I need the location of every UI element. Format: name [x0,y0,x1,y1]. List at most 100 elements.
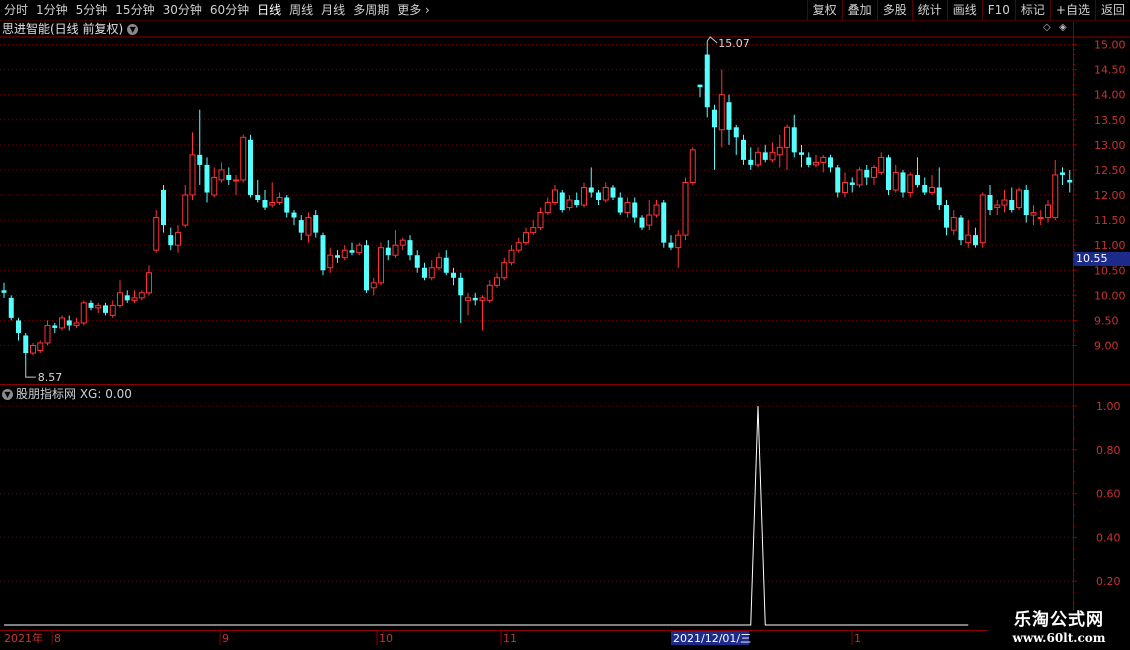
candle-body-down [226,174,232,180]
chevron-down-icon[interactable]: ▼ [2,389,13,400]
candle-body-down [733,127,739,138]
candle-body-down [298,220,304,233]
candle-body-down [900,172,906,193]
candle-body-down [944,205,949,228]
candle-body-up [465,297,471,301]
candle-body-down [364,245,369,291]
candle-body-down [313,215,319,233]
candle-body-up [994,204,1001,209]
candle-body-down [799,152,804,155]
candle-body-down [52,325,58,328]
time-axis-label: 2021年 [4,631,43,645]
candle-body-up [486,284,493,301]
candle-body-down [639,217,645,228]
kline-chart[interactable]: 15.00 14.50 14.00 13.50 13.00 12.50 12.00 11.50… [0,0,1130,650]
candle-body-down [1,290,7,293]
time-axis-label: 10 [379,632,393,645]
candle-body-up [602,186,609,201]
time-axis-label: 11 [503,632,517,645]
candle-body-down [973,235,978,246]
candle-body-down [16,320,21,333]
candle-body-up [856,169,863,186]
candle-body-up [146,272,152,294]
candle-body-up [378,247,384,284]
candle-body-up [965,234,972,244]
candle-body-down [741,139,746,160]
candle-body-up [530,227,537,234]
high-label: 15.07 [718,37,750,50]
price-axis-label: 9.50 [1094,314,1119,327]
candle-body-down [255,195,261,201]
price-axis-label: 15.00 [1094,39,1126,52]
candle-body-up [240,136,247,181]
time-axis-label: 2021/12/01/三 [673,632,751,645]
candle-body-up [233,179,239,182]
candle-body-up [776,146,783,156]
candle-body-up [624,202,631,214]
watermark-line2: www.60lt.com [1012,631,1106,645]
candle-body-down [291,212,297,218]
chevron-down-icon[interactable]: ▼ [127,24,139,35]
candle-body-up [871,166,877,178]
candle-body-up [370,282,377,289]
price-axis-label: 11.50 [1094,214,1126,227]
candle-body-up [95,304,102,309]
settings-diamond-icon[interactable]: ◈ [1059,22,1067,33]
indicator-title[interactable]: ▼ 股朋指标网 XG: 0.00 [2,387,132,401]
candle-body-down [574,200,580,206]
candle-body-down [284,197,290,213]
candle-body-up [436,257,442,269]
candle-body-up [581,186,587,206]
candle-body-down [197,154,203,165]
indicator-axis-label: 0.60 [1096,488,1121,501]
candle-body-down [103,305,108,313]
candle-body-up [842,181,848,193]
candle-body-up [1052,174,1059,219]
candle-body-up [1045,204,1051,219]
candle-body-down [1060,172,1065,175]
candle-body-up [653,204,660,216]
candle-body-up [218,169,225,181]
candle-body-up [131,297,138,301]
xg-signal-line [4,405,969,626]
candle-body-up [138,292,145,299]
candle-body-up [305,217,312,236]
candle-body-up [878,156,885,173]
high-pointer [706,36,718,44]
candle-body-down [922,184,928,193]
candle-body-up [508,249,515,264]
candle-body-up [153,217,160,251]
candle-body-up [117,292,123,306]
candle-body-down [610,187,616,198]
candle-body-down [596,192,601,201]
candle-body-up [820,156,827,163]
candle-body-down [835,167,841,193]
price-axis-label: 9.00 [1094,340,1119,353]
watermark-line1: 乐淘公式网 [1014,610,1104,630]
watermark-logo: 乐淘公式网 www.60lt.com [988,610,1130,650]
candle-body-up [392,244,399,256]
candle-body-down [161,189,166,226]
candle-body-up [950,217,957,231]
candle-body-down [697,84,703,88]
candle-body-up [515,242,522,251]
candle-body-up [892,171,899,191]
candle-body-up [80,302,87,324]
candle-body-down [385,247,391,256]
diamond-icon[interactable]: ◇ [1043,22,1051,33]
candle-body-up [907,174,914,193]
candle-body-up [109,304,116,316]
stock-title[interactable]: 思进智能(日线 前复权) ▼ [2,21,139,37]
candle-body-up [73,322,80,326]
candle-body-down [8,297,14,318]
candle-body-down [712,109,717,128]
candle-body-down [1023,189,1029,216]
candle-body-down [66,320,72,326]
candle-body-up [175,232,181,246]
candle-body-down [168,235,174,246]
candle-body-up [718,94,725,131]
candle-body-up [1030,212,1037,216]
price-axis-label: 10.00 [1094,289,1126,302]
low-label: 8.57 [38,371,63,384]
candle-body-down [987,195,993,211]
